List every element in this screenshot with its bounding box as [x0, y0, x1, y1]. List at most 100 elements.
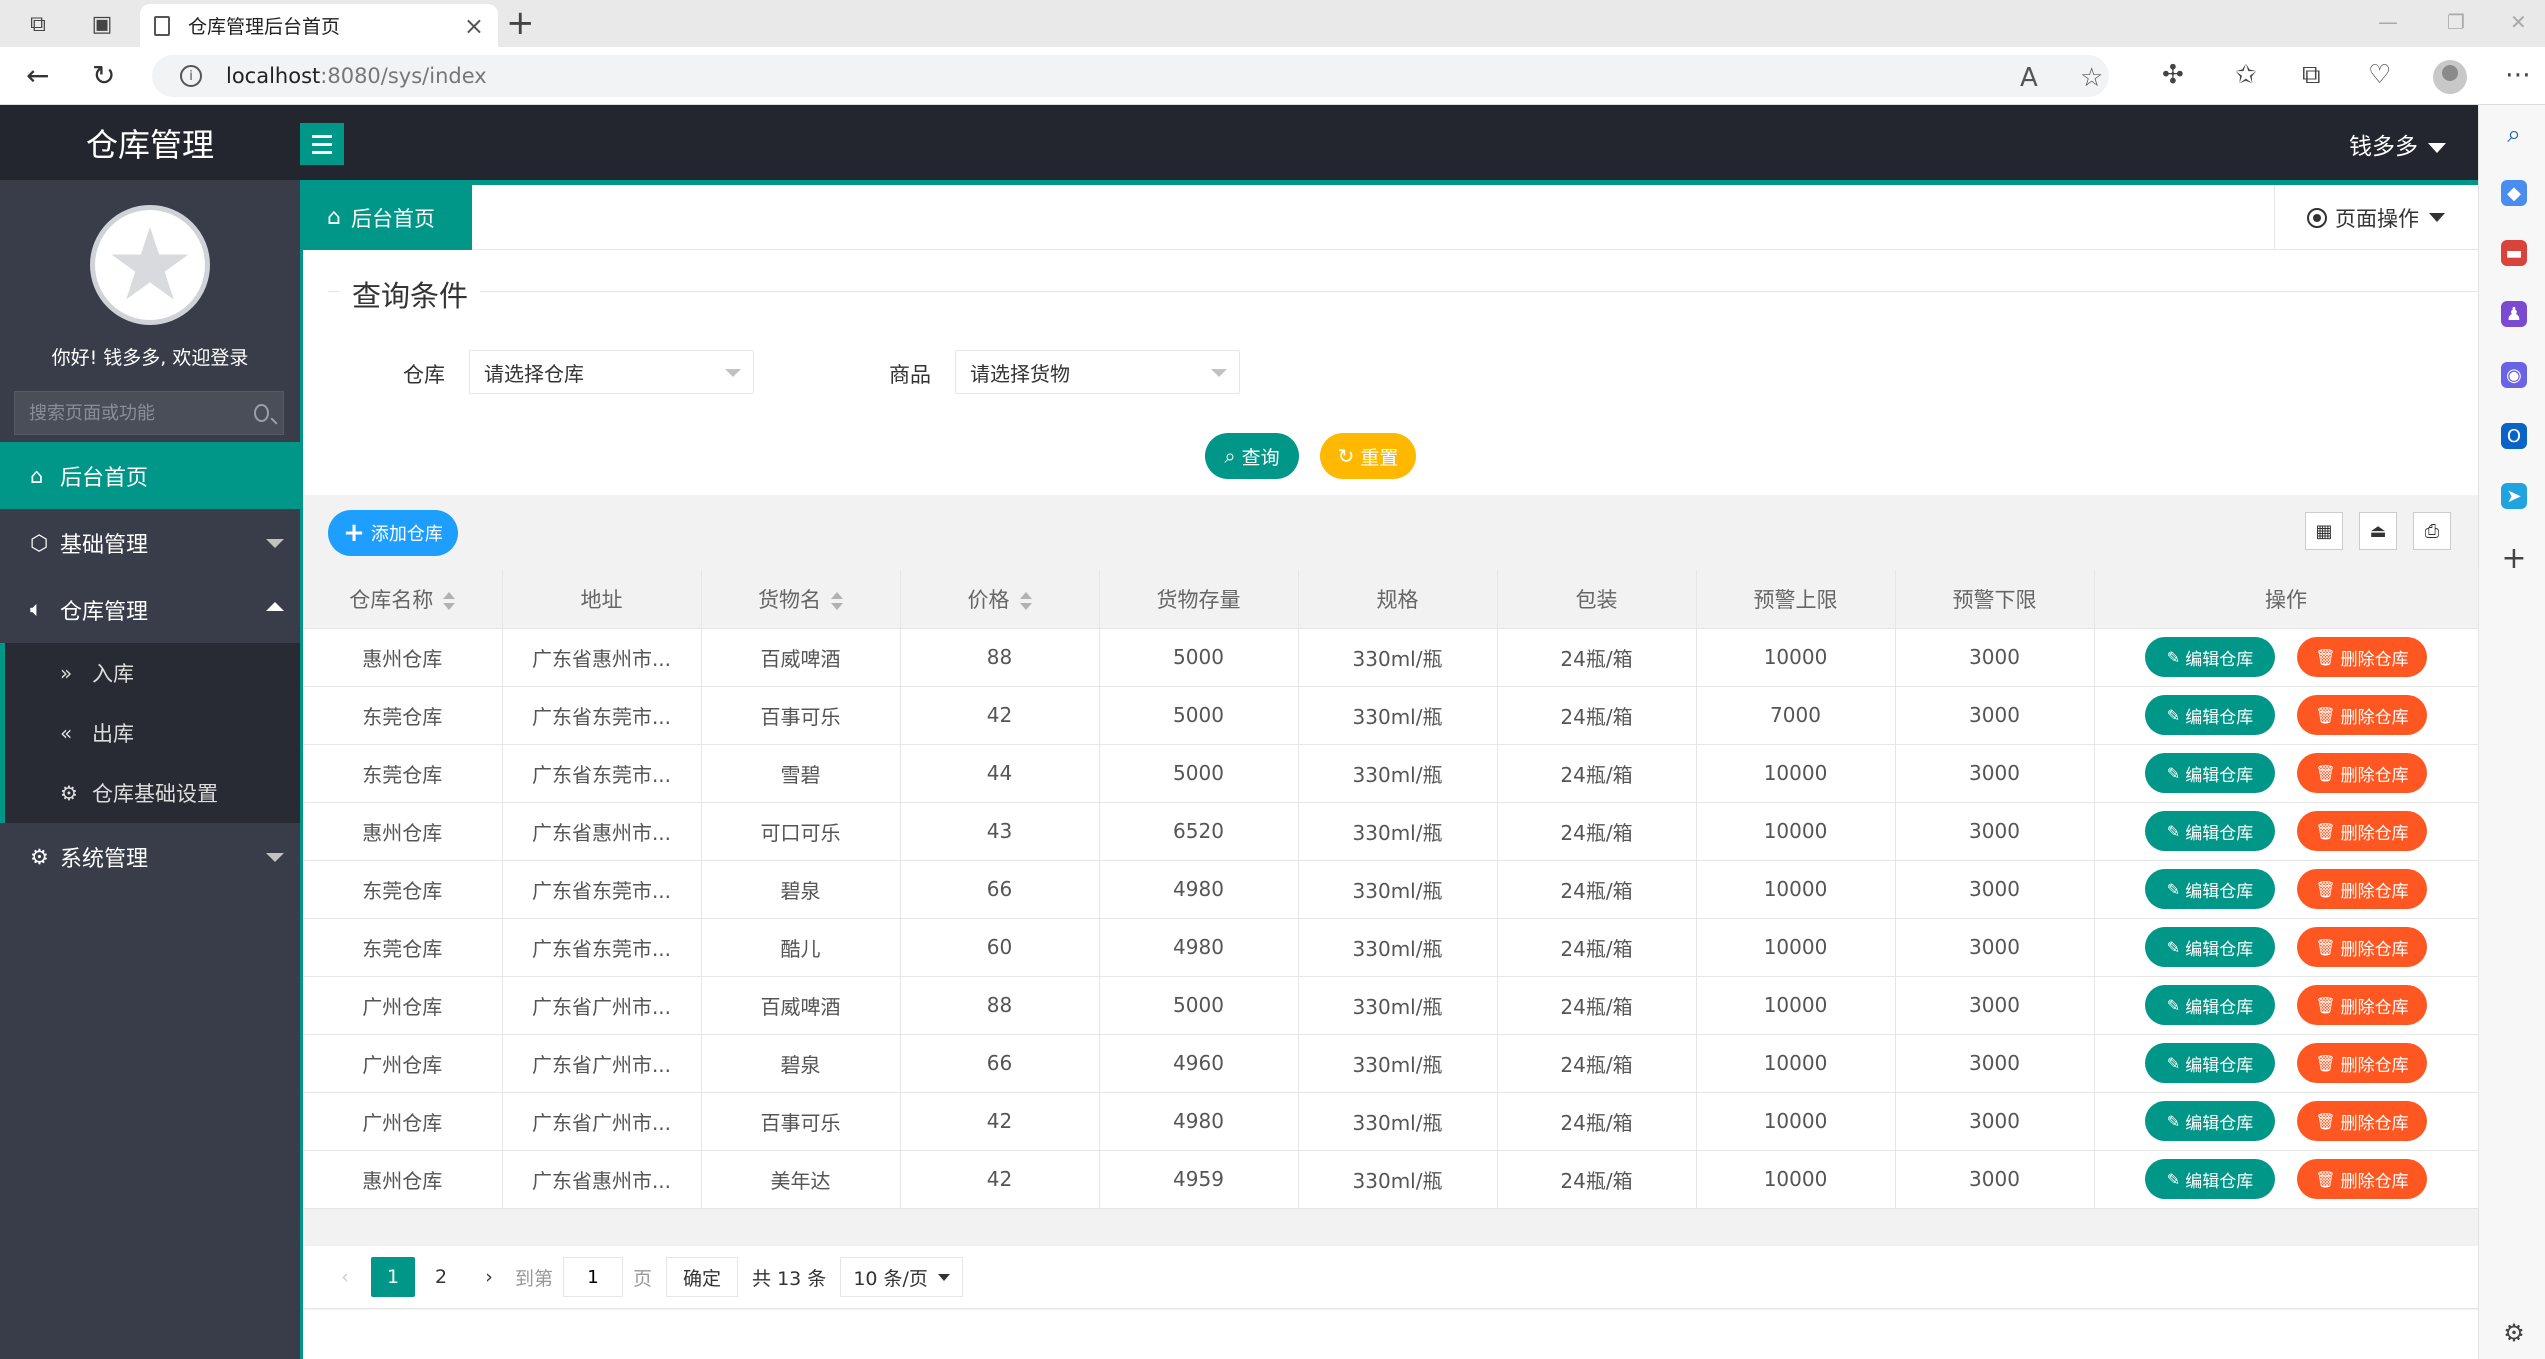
refresh-icon: ↻	[1337, 444, 1355, 468]
address-bar[interactable]: i localhost:8080/sys/index A ☆	[152, 55, 2109, 97]
favorite-star-icon[interactable]: ☆	[2080, 63, 2103, 93]
extensions-icon[interactable]: ✣	[2162, 60, 2184, 90]
search-button[interactable]: ⌕ 查询	[1205, 433, 1299, 479]
delete-warehouse-button[interactable]: 🗑︎ 删除仓库	[2297, 869, 2427, 909]
table-cell: 4980	[1099, 918, 1299, 977]
sidebar-item-warehouse-settings[interactable]: ⚙ 仓库基础设置	[5, 763, 300, 823]
site-info-icon[interactable]: i	[180, 65, 202, 87]
profile-avatar[interactable]	[2433, 60, 2467, 94]
delete-warehouse-button[interactable]: 🗑︎ 删除仓库	[2297, 927, 2427, 967]
refresh-icon[interactable]: ↻	[92, 59, 115, 92]
edit-warehouse-button[interactable]: ✎ 编辑仓库	[2145, 753, 2275, 793]
delete-warehouse-button[interactable]: 🗑︎ 删除仓库	[2297, 753, 2427, 793]
next-page-icon[interactable]: ›	[467, 1257, 511, 1297]
heart-icon[interactable]: ♡	[2368, 60, 2391, 90]
add-warehouse-button[interactable]: + 添加仓库	[328, 510, 458, 556]
page-operations-dropdown[interactable]: 页面操作	[2274, 185, 2478, 250]
edit-warehouse-button[interactable]: ✎ 编辑仓库	[2145, 811, 2275, 851]
chevron-down-icon	[1211, 369, 1227, 377]
add-sidebar-icon[interactable]: +	[2501, 541, 2527, 576]
delete-warehouse-button[interactable]: 🗑︎ 删除仓库	[2297, 1043, 2427, 1083]
minimize-icon[interactable]: —	[2378, 10, 2398, 34]
send-icon[interactable]: ➤	[2501, 483, 2527, 509]
sidebar-item-system[interactable]: ⚙ 系统管理	[0, 823, 300, 890]
page-2-button[interactable]: 2	[419, 1257, 463, 1297]
table-cell: 330ml/瓶	[1298, 860, 1498, 919]
collections-icon[interactable]: ⧉	[2302, 60, 2321, 91]
column-header[interactable]: 价格	[900, 570, 1100, 629]
chevron-up-icon	[266, 602, 284, 611]
close-window-icon[interactable]: ✕	[2510, 10, 2527, 34]
delete-warehouse-button[interactable]: 🗑︎ 删除仓库	[2297, 985, 2427, 1025]
table-cell: 可口可乐	[701, 802, 901, 861]
print-icon[interactable]: ⎙	[2413, 512, 2451, 550]
delete-warehouse-button[interactable]: 🗑︎ 删除仓库	[2297, 811, 2427, 851]
goto-page-input[interactable]	[563, 1257, 624, 1297]
warehouse-select[interactable]: 请选择仓库	[469, 350, 754, 394]
tools-icon[interactable]: ▬	[2501, 240, 2527, 266]
row-actions: ✎ 编辑仓库 🗑︎ 删除仓库	[2094, 976, 2479, 1035]
goods-select[interactable]: 请选择货物	[955, 350, 1240, 394]
add-warehouse-label: 添加仓库	[370, 524, 443, 545]
goto-confirm-button[interactable]: 确定	[666, 1257, 739, 1297]
table-cell: 5000	[1099, 686, 1299, 745]
column-header[interactable]: 货物名	[701, 570, 901, 629]
back-icon[interactable]: ←	[26, 59, 49, 92]
sidebar-search-input[interactable]	[29, 402, 254, 424]
sort-icon[interactable]	[443, 590, 456, 612]
close-tab-icon[interactable]: ×	[464, 12, 484, 40]
table-cell: 330ml/瓶	[1298, 1150, 1498, 1209]
sidebar-item-inbound[interactable]: » 入库	[5, 643, 300, 703]
tab-home[interactable]: ⌂ 后台首页	[303, 185, 472, 250]
sort-icon[interactable]	[831, 590, 843, 612]
page-size-select[interactable]: 10 条/页	[840, 1257, 963, 1297]
edit-warehouse-button[interactable]: ✎ 编辑仓库	[2145, 1101, 2275, 1141]
more-icon[interactable]: ⋯	[2505, 60, 2531, 90]
row-actions: ✎ 编辑仓库 🗑︎ 删除仓库	[2094, 628, 2479, 687]
menu-toggle-button[interactable]	[300, 123, 344, 165]
goto-label: 到第	[515, 1267, 554, 1290]
edit-warehouse-button[interactable]: ✎ 编辑仓库	[2145, 637, 2275, 677]
sort-icon[interactable]	[1019, 590, 1032, 612]
export-icon[interactable]: ⏏	[2359, 512, 2397, 550]
reset-button[interactable]: ↻ 重置	[1320, 433, 1416, 479]
edit-warehouse-button[interactable]: ✎ 编辑仓库	[2145, 1159, 2275, 1199]
edit-warehouse-button[interactable]: ✎ 编辑仓库	[2145, 695, 2275, 735]
search-icon[interactable]	[254, 404, 269, 422]
table-cell: 3000	[1895, 686, 2095, 745]
office-icon[interactable]: ◉	[2501, 362, 2527, 388]
sidebar-item-basic[interactable]: ⬡ 基础管理	[0, 509, 300, 576]
settings-icon[interactable]: ⚙	[2501, 1319, 2527, 1347]
search-icon[interactable]: ⌕	[2501, 120, 2527, 148]
delete-warehouse-button[interactable]: 🗑︎ 删除仓库	[2297, 1159, 2427, 1199]
browser-tab[interactable]: 仓库管理后台首页 ×	[140, 4, 498, 47]
delete-warehouse-button[interactable]: 🗑︎ 删除仓库	[2297, 1101, 2427, 1141]
edit-warehouse-button[interactable]: ✎ 编辑仓库	[2145, 1043, 2275, 1083]
sidebar-item-home[interactable]: ⌂ 后台首页	[0, 442, 300, 509]
games-icon[interactable]: ♟	[2501, 301, 2527, 327]
table-cell: 10000	[1696, 860, 1896, 919]
read-aloud-icon[interactable]: A	[2020, 63, 2038, 93]
page-1-button[interactable]: 1	[371, 1257, 415, 1297]
delete-warehouse-button[interactable]: 🗑︎ 删除仓库	[2297, 637, 2427, 677]
url-text: localhost:8080/sys/index	[226, 64, 487, 88]
user-menu[interactable]: 钱多多	[2349, 127, 2446, 161]
new-tab-icon[interactable]: +	[506, 6, 535, 40]
favorites-icon[interactable]: ✩	[2235, 60, 2257, 90]
workspaces-icon[interactable]: ⧉	[24, 10, 52, 38]
sidebar-item-warehouse[interactable]: 🔈︎ 仓库管理	[0, 576, 300, 643]
edit-warehouse-button[interactable]: ✎ 编辑仓库	[2145, 869, 2275, 909]
prev-page-icon[interactable]: ‹	[323, 1257, 367, 1297]
sidebar-item-outbound[interactable]: « 出库	[5, 703, 300, 763]
delete-warehouse-button[interactable]: 🗑︎ 删除仓库	[2297, 695, 2427, 735]
edit-warehouse-button[interactable]: ✎ 编辑仓库	[2145, 927, 2275, 967]
edit-warehouse-button[interactable]: ✎ 编辑仓库	[2145, 985, 2275, 1025]
columns-filter-icon[interactable]: ▦	[2305, 512, 2343, 550]
gear-icon: ⚙	[30, 844, 49, 869]
shopping-icon[interactable]: ◆	[2501, 180, 2527, 206]
tab-actions-icon[interactable]: ▣	[88, 10, 116, 38]
outlook-icon[interactable]: O	[2501, 423, 2527, 449]
table-row: 东莞仓库 广东省东莞市... 百事可乐 42 5000 330ml/瓶 24瓶/箱 7000 3…	[303, 686, 2479, 745]
column-header[interactable]: 仓库名称	[303, 570, 503, 629]
restore-icon[interactable]: ❐	[2447, 10, 2465, 34]
